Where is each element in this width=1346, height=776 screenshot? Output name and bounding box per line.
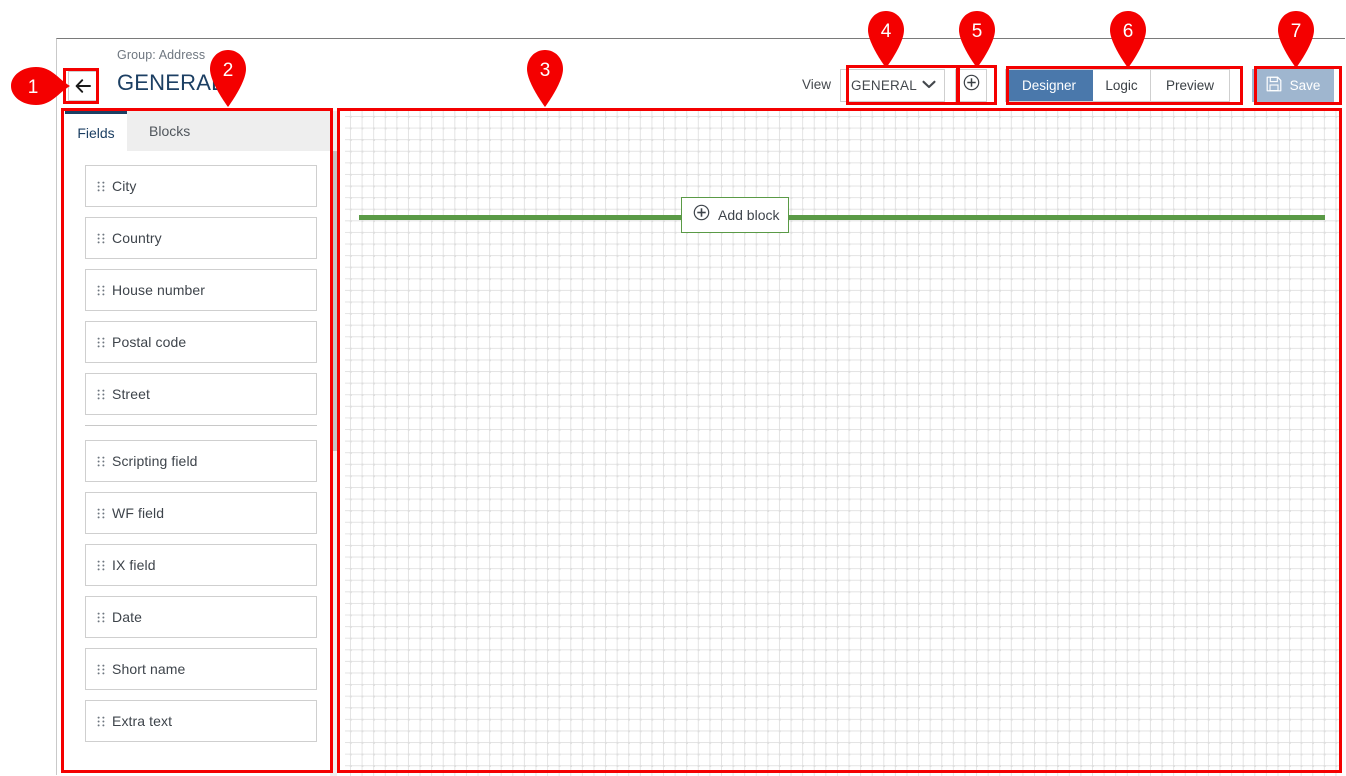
floppy-disk-icon: [1266, 76, 1282, 95]
field-label: Scripting field: [112, 453, 198, 469]
fields-panel: Fields Blocks City Country House number …: [65, 111, 337, 776]
header-toolbar: View GENERAL Designer Logic Preview Save: [802, 67, 1334, 103]
back-button[interactable]: [68, 71, 98, 101]
field-label: IX field: [112, 557, 156, 573]
drag-handle-icon[interactable]: [94, 560, 108, 571]
drag-handle-icon[interactable]: [94, 508, 108, 519]
application-screenshot: Group: Address GENERAL View GENERAL Desi…: [0, 0, 1346, 776]
drag-handle-icon[interactable]: [94, 389, 108, 400]
drag-handle-icon[interactable]: [94, 285, 108, 296]
sidebar-tabs: Fields Blocks: [65, 111, 337, 151]
save-button[interactable]: Save: [1252, 68, 1334, 102]
circle-plus-icon: [693, 204, 710, 226]
mode-tab-logic[interactable]: Logic: [1093, 69, 1151, 101]
arrow-left-icon: [75, 79, 92, 93]
field-item-country[interactable]: Country: [85, 217, 317, 259]
field-list: City Country House number Postal code St…: [65, 151, 337, 776]
header-titles: Group: Address GENERAL: [117, 48, 224, 98]
tab-blocks[interactable]: Blocks: [127, 111, 337, 151]
field-item-wf-field[interactable]: WF field: [85, 492, 317, 534]
circle-plus-icon: [963, 74, 980, 96]
field-item-house-number[interactable]: House number: [85, 269, 317, 311]
field-item-ix-field[interactable]: IX field: [85, 544, 317, 586]
view-select[interactable]: GENERAL: [840, 68, 945, 102]
drag-handle-icon[interactable]: [94, 181, 108, 192]
view-label: View: [801, 77, 831, 92]
tab-fields[interactable]: Fields: [65, 111, 127, 151]
chevron-down-icon: [922, 76, 936, 94]
field-label: Country: [112, 230, 162, 246]
field-item-street[interactable]: Street: [85, 373, 317, 415]
field-label: Short name: [112, 661, 186, 677]
field-group-divider: [85, 425, 317, 426]
field-label: Postal code: [112, 334, 187, 350]
field-item-scripting-field[interactable]: Scripting field: [85, 440, 317, 482]
mode-tab-designer[interactable]: Designer: [1006, 69, 1093, 101]
field-label: Extra text: [112, 713, 173, 729]
designer-canvas[interactable]: Add block: [345, 111, 1339, 776]
drag-handle-icon[interactable]: [94, 233, 108, 244]
save-button-label: Save: [1289, 77, 1321, 93]
add-block-button[interactable]: Add block: [681, 197, 789, 233]
drag-handle-icon[interactable]: [94, 337, 108, 348]
canvas-grid: [345, 111, 1339, 776]
field-label: City: [112, 178, 137, 194]
drag-handle-icon[interactable]: [94, 716, 108, 727]
drag-handle-icon[interactable]: [94, 456, 108, 467]
add-block-label: Add block: [718, 207, 780, 223]
field-item-postal-code[interactable]: Postal code: [85, 321, 317, 363]
page-title: GENERAL: [117, 70, 224, 95]
field-label: Date: [112, 609, 142, 625]
add-view-button[interactable]: [955, 68, 987, 102]
field-label: WF field: [112, 505, 165, 521]
mode-switch: Designer Logic Preview: [1005, 68, 1230, 102]
drag-handle-icon[interactable]: [94, 664, 108, 675]
field-item-short-name[interactable]: Short name: [85, 648, 317, 690]
page-header: Group: Address GENERAL View GENERAL Desi…: [57, 39, 1346, 107]
field-label: House number: [112, 282, 206, 298]
field-item-city[interactable]: City: [85, 165, 317, 207]
field-item-date[interactable]: Date: [85, 596, 317, 638]
form-designer-window: Group: Address GENERAL View GENERAL Desi…: [56, 38, 1346, 776]
svg-text:1: 1: [28, 77, 39, 98]
block-drop-line: [359, 215, 1325, 220]
view-select-value: GENERAL: [851, 77, 917, 93]
sidebar-scrollbar-thumb[interactable]: [330, 151, 337, 451]
field-label: Street: [112, 386, 150, 402]
group-breadcrumb: Group: Address: [117, 48, 206, 62]
drag-handle-icon[interactable]: [94, 612, 108, 623]
mode-tab-preview[interactable]: Preview: [1151, 69, 1229, 101]
field-item-extra-text[interactable]: Extra text: [85, 700, 317, 742]
